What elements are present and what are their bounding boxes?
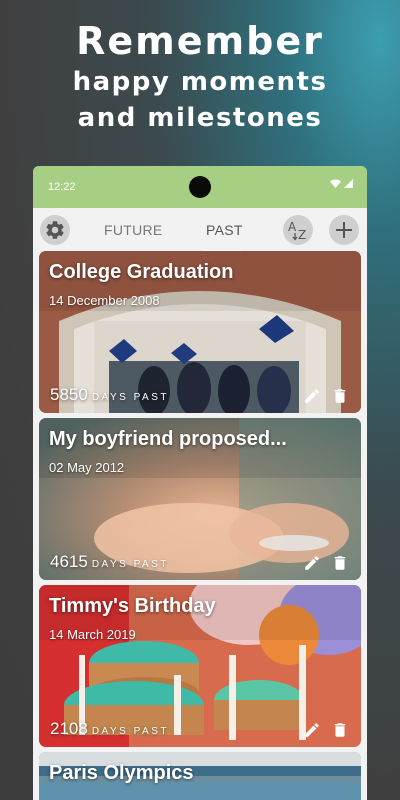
event-card[interactable]: College Graduation 14 December 2008 5850… [39, 251, 361, 413]
days-count: 5850 [50, 385, 88, 404]
event-date: 02 May 2012 [49, 460, 125, 475]
promo-subtitle-line-1: happy moments [72, 67, 328, 97]
status-time: 12:22 [48, 181, 76, 193]
sort-az-icon: A Z [288, 220, 306, 242]
event-date: 14 December 2008 [49, 293, 160, 308]
event-title: Paris Olympics [49, 762, 194, 784]
event-title: Timmy's Birthday [49, 595, 216, 617]
status-bar: 12:22 [33, 166, 367, 208]
days-count: 4615 [50, 552, 88, 571]
gear-icon [46, 221, 64, 239]
trash-icon[interactable] [331, 554, 349, 572]
signal-icon [344, 179, 353, 188]
app-bar: FUTURE PAST A Z [33, 208, 367, 254]
svg-text:A: A [288, 220, 297, 234]
trash-icon[interactable] [331, 721, 349, 739]
pencil-icon[interactable] [303, 721, 321, 739]
pencil-icon[interactable] [303, 554, 321, 572]
svg-text:Z: Z [298, 228, 306, 242]
trash-icon[interactable] [331, 387, 349, 405]
event-card[interactable]: Timmy's Birthday 14 March 2019 2108 DAYS … [39, 585, 361, 747]
pencil-icon[interactable] [303, 387, 321, 405]
days-counter: 2108 DAYS PAST [50, 719, 169, 739]
wifi-icon [330, 179, 341, 188]
days-unit: DAYS PAST [91, 559, 169, 570]
days-counter: 5850 DAYS PAST [50, 385, 169, 405]
days-unit: DAYS PAST [91, 726, 169, 737]
days-counter: 4615 DAYS PAST [50, 552, 169, 572]
days-unit: DAYS PAST [91, 392, 169, 403]
days-count: 2108 [50, 719, 88, 738]
event-title: College Graduation [49, 261, 234, 283]
settings-button[interactable] [40, 215, 70, 245]
event-card[interactable]: My boyfriend proposed... 02 May 2012 461… [39, 418, 361, 580]
event-date: 14 March 2019 [49, 627, 136, 642]
add-event-button[interactable] [329, 215, 359, 245]
promo-header: Remember happy moments and milestones [0, 18, 400, 136]
sort-button[interactable]: A Z [283, 215, 313, 245]
promo-subtitle-line-2: and milestones [77, 103, 323, 133]
tab-future[interactable]: FUTURE [104, 222, 163, 238]
camera-cutout [189, 176, 211, 198]
tab-past[interactable]: PAST [206, 222, 243, 238]
phone-screen: 12:22 FUTURE PAST A Z College Graduation… [33, 166, 367, 800]
event-title: My boyfriend proposed... [49, 428, 287, 450]
promo-title: Remember [76, 19, 324, 63]
plus-icon [336, 222, 352, 238]
event-card[interactable]: Paris Olympics [39, 752, 361, 800]
